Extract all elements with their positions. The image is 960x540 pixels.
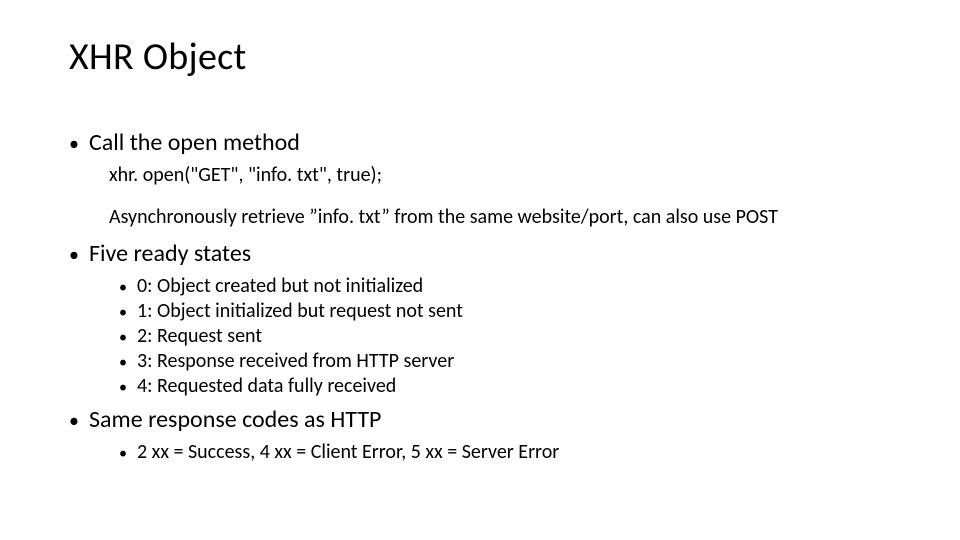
sub-bullet-item: • 3: Response received from HTTP server — [119, 349, 891, 373]
sub-bullet-label: 3: Response received from HTTP server — [137, 349, 454, 373]
sub-bullet-item: • 1: Object initialized but request not … — [119, 299, 891, 323]
bullet-icon: • — [119, 378, 137, 397]
sub-bullet-label: 0: Object created but not initialized — [137, 274, 423, 298]
sub-bullet-label: 2 xx = Success, 4 xx = Client Error, 5 x… — [137, 440, 559, 464]
slide-title: XHR Object — [69, 34, 891, 80]
bullet-label: Five ready states — [89, 239, 251, 268]
bullet-label: Call the open method — [89, 128, 300, 157]
sub-bullet-item: • 2 xx = Success, 4 xx = Client Error, 5… — [119, 440, 891, 464]
sub-bullet-item: • 2: Request sent — [119, 324, 891, 348]
sub-bullet-label: 2: Request sent — [137, 324, 262, 348]
bullet-item-ready-states: • Five ready states — [69, 239, 891, 268]
code-line: xhr. open("GET", "info. txt", true); — [109, 163, 891, 187]
bullet-icon: • — [119, 353, 137, 372]
bullet-item-open-method: • Call the open method — [69, 128, 891, 157]
bullet-icon: • — [119, 278, 137, 297]
bullet-label: Same response codes as HTTP — [89, 405, 381, 434]
bullet-icon: • — [69, 409, 89, 433]
bullet-item-response-codes: • Same response codes as HTTP — [69, 405, 891, 434]
bullet-icon: • — [69, 132, 89, 156]
note-line: Asynchronously retrieve ”info. txt” from… — [109, 205, 891, 229]
bullet-icon: • — [119, 303, 137, 322]
sub-bullet-item: • 0: Object created but not initialized — [119, 274, 891, 298]
bullet-icon: • — [69, 243, 89, 267]
sub-bullet-label: 4: Requested data fully received — [137, 374, 396, 398]
bullet-icon: • — [119, 444, 137, 463]
sub-bullet-item: • 4: Requested data fully received — [119, 374, 891, 398]
bullet-icon: • — [119, 328, 137, 347]
sub-bullet-label: 1: Object initialized but request not se… — [137, 299, 463, 323]
